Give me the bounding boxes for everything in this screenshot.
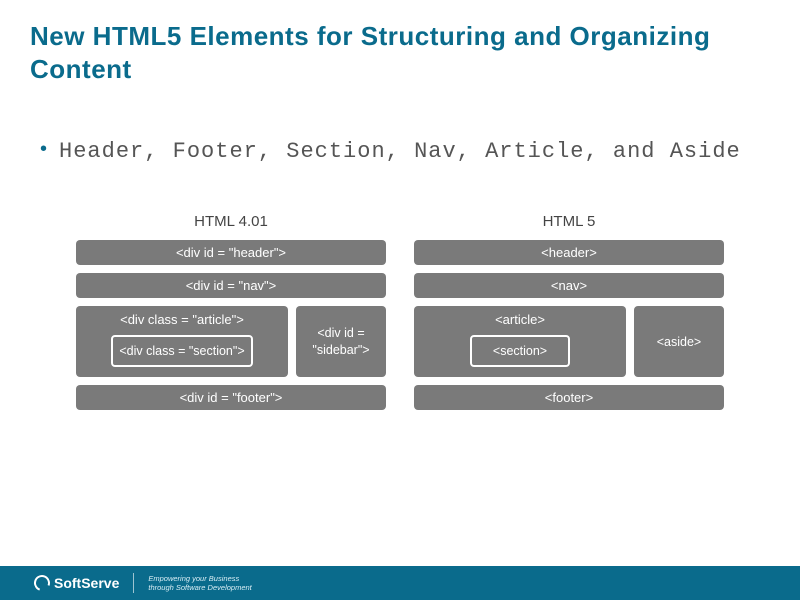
block-footer-left: <div id = "footer"> [76, 385, 386, 410]
brand-tagline: Empowering your Business through Softwar… [148, 574, 251, 592]
mid-row-right: <article> <section> <aside> [414, 306, 724, 377]
block-nav-left: <div id = "nav"> [76, 273, 386, 298]
block-nav-right: <nav> [414, 273, 724, 298]
block-header-left: <div id = "header"> [76, 240, 386, 265]
bullet-marker: • [40, 135, 47, 163]
block-aside-right: <aside> [634, 306, 724, 377]
footer-band: SoftServe Empowering your Business throu… [0, 566, 800, 600]
swirl-icon [31, 572, 52, 593]
brand-logo: SoftServe [34, 575, 119, 591]
block-article-right: <article> <section> [414, 306, 626, 377]
diagram-row: HTML 4.01 <div id = "header"> <div id = … [30, 213, 770, 418]
block-footer-right: <footer> [414, 385, 724, 410]
slide: New HTML5 Elements for Structuring and O… [0, 0, 800, 600]
diagram-label-right: HTML 5 [414, 213, 724, 230]
diagram-label-left: HTML 4.01 [76, 213, 386, 230]
article-label-right: <article> [422, 312, 618, 327]
diagram-html5: HTML 5 <header> <nav> <article> <section… [414, 213, 724, 418]
block-sidebar-left: <div id = "sidebar"> [296, 306, 386, 377]
block-section-left: <div class = "section"> [111, 335, 252, 367]
tagline-line-1: Empowering your Business [148, 574, 251, 583]
vertical-divider [133, 573, 134, 593]
mid-row-left: <div class = "article"> <div class = "se… [76, 306, 386, 377]
block-header-right: <header> [414, 240, 724, 265]
brand-name: SoftServe [54, 575, 119, 591]
diagram-html4: HTML 4.01 <div id = "header"> <div id = … [76, 213, 386, 418]
block-article-left: <div class = "article"> <div class = "se… [76, 306, 288, 377]
bullet-item: • Header, Footer, Section, Nav, Article,… [40, 135, 770, 168]
tagline-line-2: through Software Development [148, 583, 251, 592]
article-label-left: <div class = "article"> [84, 312, 280, 327]
block-section-right: <section> [470, 335, 570, 367]
bullet-text: Header, Footer, Section, Nav, Article, a… [59, 135, 741, 168]
slide-title: New HTML5 Elements for Structuring and O… [30, 20, 770, 85]
